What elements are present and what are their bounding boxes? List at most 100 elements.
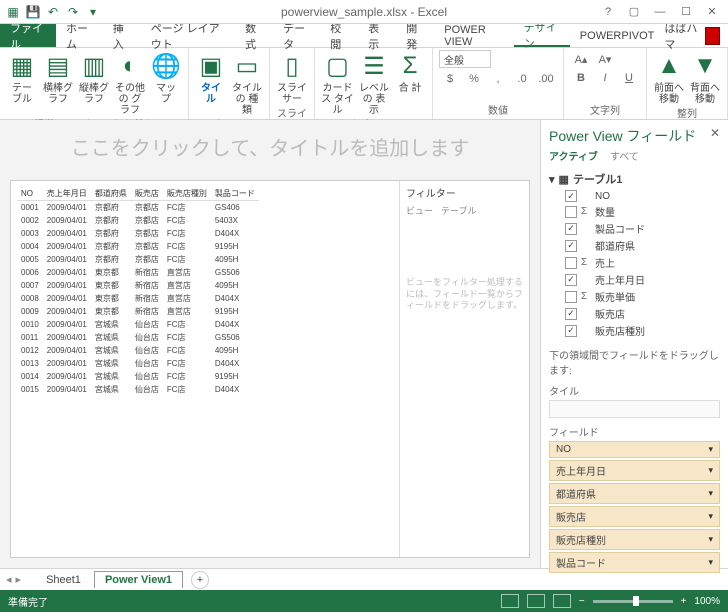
field-table-node[interactable]: ▾ ▦ テーブル1 — [549, 169, 720, 189]
powerview-canvas[interactable]: ここをクリックして、タイトルを追加します NO売上年月日都道府県販売店販売店種別… — [0, 120, 540, 568]
sheet-nav-first-icon[interactable]: ◂ — [6, 573, 12, 586]
zoom-slider[interactable] — [593, 600, 673, 603]
dec-decimal-icon[interactable]: .00 — [535, 70, 557, 88]
total-button[interactable]: Σ合 計 — [394, 50, 426, 94]
filter-tab-table[interactable]: テーブル — [441, 204, 476, 217]
tab-powerpivot[interactable]: POWERPIVOT — [570, 24, 665, 47]
table-row[interactable]: 00052009/04/01京都府京都店FC店4095H — [17, 253, 259, 266]
field-well-item[interactable]: 製品コード▾ — [549, 552, 720, 573]
zoom-in-icon[interactable]: + — [681, 596, 687, 607]
field-item[interactable]: Σ売上 — [549, 254, 720, 271]
field-item[interactable]: Σ数量 — [549, 203, 720, 220]
field-checkbox[interactable]: ✓ — [565, 274, 577, 286]
user-avatar[interactable] — [705, 27, 720, 45]
field-item[interactable]: ✓売上年月日 — [549, 271, 720, 288]
slicer-button[interactable]: ▯スライ サー — [276, 50, 308, 105]
level-button[interactable]: ☰レベルの 表示 — [358, 50, 390, 116]
field-checkbox[interactable]: ✓ — [565, 190, 577, 202]
field-checkbox[interactable] — [565, 206, 577, 218]
table-row[interactable]: 00132009/04/01宮城県仙台店FC店D404X — [17, 357, 259, 370]
add-sheet-button[interactable]: + — [191, 571, 209, 589]
chevron-down-icon[interactable]: ▾ — [708, 488, 713, 499]
field-item[interactable]: ✓都道府県 — [549, 237, 720, 254]
zoom-level[interactable]: 100% — [694, 596, 720, 607]
field-checkbox[interactable] — [565, 291, 577, 303]
redo-icon[interactable]: ↷ — [64, 3, 82, 21]
underline-icon[interactable]: U — [618, 69, 640, 87]
field-well-item[interactable]: 都道府県▾ — [549, 483, 720, 504]
comma-icon[interactable]: , — [487, 70, 509, 88]
minimize-icon[interactable]: — — [648, 3, 672, 21]
field-item[interactable]: Σ販売単価 — [549, 288, 720, 305]
view-pagelayout-icon[interactable] — [527, 594, 545, 608]
ribbon-options-icon[interactable]: ▢ — [622, 3, 646, 21]
table-row[interactable]: 00072009/04/01東京都新宿店直営店4095H — [17, 279, 259, 292]
qat-customize-icon[interactable]: ▾ — [84, 3, 102, 21]
inc-decimal-icon[interactable]: .0 — [511, 70, 533, 88]
field-item[interactable]: ✓販売店 — [549, 305, 720, 322]
fieldpane-close-icon[interactable]: ✕ — [710, 126, 720, 140]
tab-pagelayout[interactable]: ページ レイアウト — [141, 24, 235, 47]
chevron-down-icon[interactable]: ▾ — [708, 557, 713, 568]
bar-chart-button[interactable]: ▤横棒グ ラフ — [42, 50, 74, 105]
pv-table-container[interactable]: NO売上年月日都道府県販売店販売店種別製品コード00012009/04/01京都… — [11, 181, 399, 557]
tab-design[interactable]: デザイン — [514, 24, 570, 47]
tab-view[interactable]: 表示 — [358, 24, 396, 47]
help-icon[interactable]: ? — [596, 3, 620, 21]
table-row[interactable]: 00032009/04/01京都府京都店FC店D404X — [17, 227, 259, 240]
close-icon[interactable]: ✕ — [700, 3, 724, 21]
view-pagebreak-icon[interactable] — [553, 594, 571, 608]
other-chart-button[interactable]: ◐その他の グラフ — [114, 50, 146, 116]
table-button[interactable]: ▦テー ブル — [6, 50, 38, 105]
tab-insert[interactable]: 挿入 — [103, 24, 141, 47]
currency-icon[interactable]: $ — [439, 70, 461, 88]
field-well-item[interactable]: NO▾ — [549, 441, 720, 458]
filter-tab-view[interactable]: ビュー — [406, 204, 433, 217]
maximize-icon[interactable]: ☐ — [674, 3, 698, 21]
title-placeholder[interactable]: ここをクリックして、タイトルを追加します — [0, 132, 540, 161]
table-header[interactable]: 販売店種別 — [163, 187, 211, 201]
table-header[interactable]: 販売店 — [131, 187, 163, 201]
chevron-down-icon[interactable]: ▾ — [708, 444, 713, 455]
bold-icon[interactable]: B — [570, 69, 592, 87]
field-item[interactable]: ✓NO — [549, 189, 720, 203]
sheet-nav-last-icon[interactable]: ▸ — [16, 573, 22, 586]
font-size-inc-icon[interactable]: A▴ — [570, 50, 592, 68]
table-row[interactable]: 00092009/04/01東京都新宿店直営店9195H — [17, 305, 259, 318]
table-header[interactable]: 製品コード — [211, 187, 259, 201]
fieldpane-tab-all[interactable]: すべて — [610, 148, 639, 163]
table-row[interactable]: 00112009/04/01宮城県仙台店FC店GS506 — [17, 331, 259, 344]
zoom-out-icon[interactable]: − — [579, 596, 585, 607]
tab-data[interactable]: データ — [273, 24, 320, 47]
map-button[interactable]: 🌐マッ プ — [150, 50, 182, 105]
table-row[interactable]: 00022009/04/01京都府京都店FC店5403X — [17, 214, 259, 227]
tile-dropzone[interactable] — [549, 400, 720, 418]
field-item[interactable]: ✓販売店種別 — [549, 322, 720, 339]
sheet-tab-sheet1[interactable]: Sheet1 — [35, 571, 92, 588]
table-row[interactable]: 00142009/04/01宮城県仙台店FC店9195H — [17, 370, 259, 383]
table-row[interactable]: 00102009/04/01宮城県仙台店FC店D404X — [17, 318, 259, 331]
tab-powerview[interactable]: POWER VIEW — [434, 24, 514, 47]
save-icon[interactable]: 💾 — [24, 3, 42, 21]
undo-icon[interactable]: ↶ — [44, 3, 62, 21]
tile-kind-button[interactable]: ▭タイルの 種類 — [231, 50, 263, 116]
tab-home[interactable]: ホーム — [56, 24, 103, 47]
field-checkbox[interactable]: ✓ — [565, 308, 577, 320]
table-row[interactable]: 00012009/04/01京都府京都店FC店GS406 — [17, 201, 259, 215]
tab-developer[interactable]: 開発 — [396, 24, 434, 47]
bring-front-button[interactable]: ▲前面へ 移動 — [653, 50, 685, 105]
view-normal-icon[interactable] — [501, 594, 519, 608]
fieldpane-tab-active[interactable]: アクティブ — [549, 148, 598, 163]
percent-icon[interactable]: % — [463, 70, 485, 88]
table-header[interactable]: NO — [17, 187, 43, 201]
field-checkbox[interactable]: ✓ — [565, 240, 577, 252]
column-chart-button[interactable]: ▥縦棒グ ラフ — [78, 50, 110, 105]
tab-formulas[interactable]: 数式 — [235, 24, 273, 47]
italic-icon[interactable]: I — [594, 69, 616, 87]
field-well-item[interactable]: 販売店▾ — [549, 506, 720, 527]
chevron-down-icon[interactable]: ▾ — [708, 511, 713, 522]
field-well-item[interactable]: 売上年月日▾ — [549, 460, 720, 481]
chevron-down-icon[interactable]: ▾ — [708, 465, 713, 476]
table-header[interactable]: 売上年月日 — [43, 187, 91, 201]
tile-button[interactable]: ▣タイ ル — [195, 50, 227, 105]
